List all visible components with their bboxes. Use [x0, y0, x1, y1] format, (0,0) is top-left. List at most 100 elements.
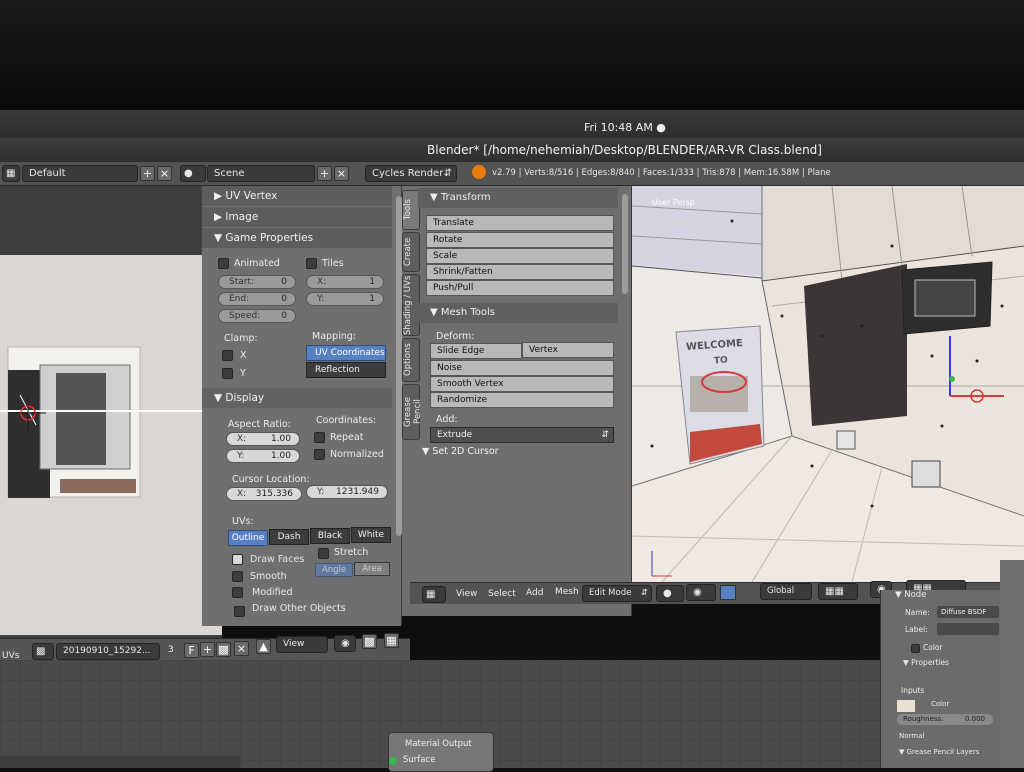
remove-scene-button[interactable]: × [334, 166, 349, 181]
smooth-vertex-button[interactable]: Smooth Vertex [430, 376, 614, 392]
extrude-menu[interactable]: Extrude ⇵ [430, 427, 614, 443]
tile-x-field[interactable]: X: 1 [306, 275, 384, 289]
panel-transform[interactable]: ▼ Transform [418, 188, 618, 208]
remove-layout-button[interactable]: × [157, 166, 172, 181]
panel-uv-vertex[interactable]: ▶ UV Vertex [202, 186, 392, 206]
reflection-toggle[interactable]: Reflection [306, 362, 386, 378]
panel-mesh-tools[interactable]: ▼ Mesh Tools [418, 303, 618, 323]
sync-selection-icon[interactable]: ▦ [384, 633, 399, 648]
uv-image-canvas[interactable] [0, 255, 222, 635]
layout-selector[interactable]: Default [22, 165, 138, 182]
stretch-angle-toggle[interactable]: Angle [315, 563, 353, 577]
manipulator-toggle[interactable] [720, 585, 736, 600]
new-image-button[interactable]: + [200, 642, 215, 657]
editor-type-icon[interactable]: ▦ [2, 165, 20, 182]
clock[interactable]: Fri 10:48 AM ● [584, 121, 666, 134]
image-browse-icon[interactable]: ▩ [32, 643, 54, 660]
image-view-menu[interactable]: View [276, 636, 328, 653]
tab-create[interactable]: Create [402, 232, 420, 272]
modified-checkbox[interactable] [232, 587, 243, 598]
uv-draw-dash[interactable]: Dash [269, 529, 309, 545]
grease-pencil-layers-header[interactable]: ▼ Grease Pencil Layers [899, 748, 979, 756]
render-engine-selector[interactable]: Cycles Render ⇵ [365, 165, 457, 182]
tiles-checkbox[interactable] [306, 258, 317, 269]
panel-display[interactable]: ▼ Display [202, 388, 392, 408]
scene-icon[interactable]: ● [180, 165, 206, 182]
rotate-button[interactable]: Rotate [426, 232, 614, 248]
draw-faces-checkbox[interactable] [232, 554, 243, 565]
orientation-selector[interactable]: Global [760, 583, 812, 600]
node-color-checkbox[interactable] [911, 644, 920, 653]
node-name-field[interactable]: Diffuse BSDF [937, 606, 999, 618]
roughness-field[interactable]: Roughness: 0.000 [897, 714, 993, 725]
clamp-x-checkbox[interactable] [222, 350, 233, 361]
fake-user-button[interactable]: F [184, 643, 199, 658]
cursor-y-field[interactable]: Y: 1231.949 [306, 485, 388, 499]
panel-mesh-tools-label: Mesh Tools [440, 307, 496, 318]
surface-socket-icon[interactable] [389, 757, 397, 765]
node-properties-header[interactable]: ▼ Properties [903, 658, 949, 667]
viewport-editor-icon[interactable]: ▦ [422, 586, 446, 603]
node-label-field[interactable] [937, 623, 999, 635]
translate-button[interactable]: Translate [426, 215, 614, 231]
snap-icon[interactable]: ▩ [362, 634, 377, 649]
layers-widget[interactable]: ▦▦ [818, 583, 858, 600]
pin-icon[interactable]: ▲ [256, 639, 271, 654]
3d-scene [632, 186, 1024, 582]
3d-viewport[interactable]: User Persp WELCOME TO [632, 186, 1024, 582]
add-layout-button[interactable]: + [140, 166, 155, 181]
stretch-checkbox[interactable] [318, 548, 329, 559]
menu-add[interactable]: Add [526, 588, 543, 598]
node-editor[interactable]: Material Output Surface [0, 660, 880, 772]
material-output-node[interactable]: Material Output Surface [388, 732, 494, 772]
end-field[interactable]: End: 0 [218, 292, 296, 306]
image-name-field[interactable]: 20190910_15292... [56, 643, 160, 660]
end-field-label: End: [229, 294, 250, 304]
push-pull-button[interactable]: Push/Pull [426, 280, 614, 296]
smooth-checkbox[interactable] [232, 571, 243, 582]
shrink-fatten-button[interactable]: Shrink/Fatten [426, 264, 614, 280]
clamp-y-checkbox[interactable] [222, 368, 233, 379]
menu-view[interactable]: View [456, 589, 477, 599]
start-field[interactable]: Start: 0 [218, 275, 296, 289]
uv-draw-outline[interactable]: Outline [228, 530, 268, 546]
draw-other-objects-checkbox[interactable] [234, 606, 245, 617]
stretch-area-toggle[interactable]: Area [354, 562, 390, 576]
cursor-x-field[interactable]: X: 315.336 [226, 487, 302, 501]
unlink-image-button[interactable]: × [234, 641, 249, 656]
pivot-point-icon[interactable]: ◉ [334, 635, 356, 652]
tab-grease-pencil[interactable]: Grease Pencil [402, 384, 423, 440]
aspect-y-field[interactable]: Y: 1.00 [226, 449, 300, 463]
uv-draw-white[interactable]: White [351, 527, 391, 543]
speed-field[interactable]: Speed: 0 [218, 309, 296, 323]
aspect-y-field-value: 1.00 [270, 451, 291, 461]
repeat-checkbox[interactable] [314, 432, 325, 443]
menu-select[interactable]: Select [488, 589, 516, 599]
normalized-checkbox[interactable] [314, 449, 325, 460]
slide-edge-button[interactable]: Slide Edge [430, 343, 522, 359]
panel-game-properties[interactable]: ▼ Game Properties [202, 228, 392, 248]
add-scene-button[interactable]: + [317, 166, 332, 181]
node-panel-header[interactable]: ▼ Node [895, 590, 926, 600]
panel-image[interactable]: ▶ Image [202, 207, 392, 227]
panel-set-2d-cursor[interactable]: ▼ Set 2D Cursor [418, 444, 618, 460]
randomize-button[interactable]: Randomize [430, 392, 614, 408]
tile-y-field[interactable]: Y: 1 [306, 292, 384, 306]
uv-draw-black[interactable]: Black [310, 528, 350, 544]
noise-button[interactable]: Noise [430, 360, 614, 376]
scale-button[interactable]: Scale [426, 248, 614, 264]
toolshelf-scrollbar[interactable] [622, 194, 628, 294]
animated-checkbox[interactable] [218, 258, 229, 269]
scene-selector[interactable]: Scene [207, 165, 315, 182]
open-image-button[interactable]: ▩ [216, 642, 231, 657]
shading-selector[interactable]: ● [656, 585, 684, 602]
vertex-slide-button[interactable]: Vertex [522, 342, 614, 358]
pivot-selector[interactable]: ◉ [686, 584, 716, 601]
mode-selector[interactable]: Edit Mode ⇵ [582, 585, 652, 602]
tab-options[interactable]: Options [402, 338, 420, 382]
aspect-x-field[interactable]: X: 1.00 [226, 432, 300, 446]
color-input-swatch[interactable] [897, 700, 915, 712]
extrude-menu-label: Extrude [437, 430, 473, 440]
menu-mesh[interactable]: Mesh [555, 587, 579, 597]
uv-coordinates-toggle[interactable]: UV Coordinates [306, 345, 386, 361]
